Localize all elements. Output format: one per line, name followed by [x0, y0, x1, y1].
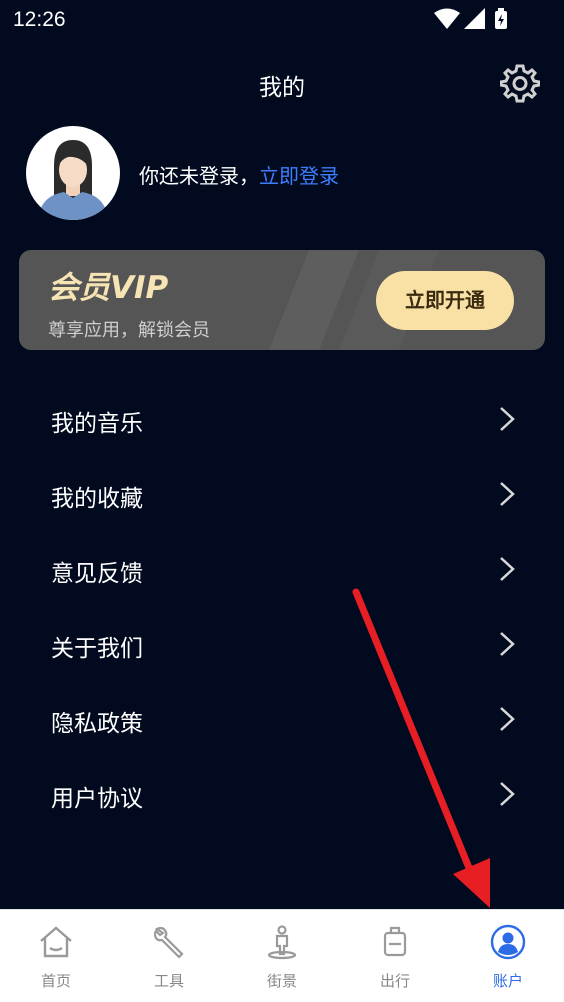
tab-label: 出行 — [379, 972, 410, 990]
chevron-right-icon — [500, 782, 515, 806]
status-bar: 12:26 — [0, 0, 564, 40]
menu-item-favorites[interactable]: 我的收藏 — [0, 455, 564, 530]
tab-travel[interactable]: 出行 — [339, 910, 451, 1002]
tab-street-view[interactable]: 街景 — [226, 910, 338, 1002]
menu-item-about[interactable]: 关于我们 — [0, 605, 564, 680]
chevron-right-icon — [500, 407, 515, 431]
user-icon — [490, 924, 526, 960]
battery-icon — [495, 8, 507, 29]
menu-item-label: 我的收藏 — [51, 486, 143, 512]
menu-item-my-music[interactable]: 我的音乐 — [0, 380, 564, 455]
tab-tools[interactable]: 工具 — [113, 910, 225, 1002]
login-link[interactable]: 立即登录 — [259, 164, 339, 188]
page-title: 我的 — [259, 75, 305, 101]
tab-label: 街景 — [266, 972, 297, 990]
gear-icon — [499, 64, 541, 103]
wrench-icon — [153, 926, 184, 959]
vip-subtitle: 尊享应用，解锁会员 — [48, 320, 210, 341]
wifi-icon — [434, 8, 460, 29]
chevron-right-icon — [500, 482, 515, 506]
default-avatar-icon — [38, 140, 108, 220]
login-prompt-text: 你还未登录， — [139, 164, 259, 188]
menu-item-label: 我的音乐 — [51, 411, 143, 437]
street-view-icon — [267, 925, 297, 960]
menu-item-label: 用户协议 — [51, 786, 143, 812]
menu-item-label: 意见反馈 — [51, 561, 143, 587]
menu-item-privacy[interactable]: 隐私政策 — [0, 680, 564, 755]
vip-card[interactable]: 会员VIP 尊享应用，解锁会员 立即开通 — [19, 250, 545, 350]
bottom-tab-bar: 首页 工具 街景 出行 账户 — [0, 909, 564, 1002]
tab-label: 首页 — [40, 972, 71, 990]
menu-item-label: 隐私政策 — [51, 711, 143, 737]
status-time: 12:26 — [13, 8, 66, 31]
profile-row[interactable]: 你还未登录，立即登录 — [26, 126, 546, 220]
tab-label: 工具 — [153, 972, 184, 990]
settings-button[interactable] — [499, 63, 541, 103]
signal-icon — [464, 8, 485, 29]
vip-activate-button[interactable]: 立即开通 — [376, 271, 514, 330]
chevron-right-icon — [500, 632, 515, 656]
login-prompt: 你还未登录，立即登录 — [139, 160, 339, 189]
home-icon — [40, 926, 72, 958]
tab-home[interactable]: 首页 — [0, 910, 112, 1002]
tab-account[interactable]: 账户 — [452, 910, 564, 1002]
avatar[interactable] — [26, 126, 120, 220]
vip-title: 会员VIP — [48, 270, 169, 306]
chevron-right-icon — [500, 707, 515, 731]
luggage-icon — [383, 926, 407, 957]
menu-item-user-agreement[interactable]: 用户协议 — [0, 755, 564, 830]
settings-menu: 我的音乐 我的收藏 意见反馈 关于我们 隐私政策 用户协议 — [0, 380, 564, 830]
tab-label: 账户 — [492, 972, 523, 990]
menu-item-label: 关于我们 — [51, 636, 143, 662]
chevron-right-icon — [500, 557, 515, 581]
menu-item-feedback[interactable]: 意见反馈 — [0, 530, 564, 605]
